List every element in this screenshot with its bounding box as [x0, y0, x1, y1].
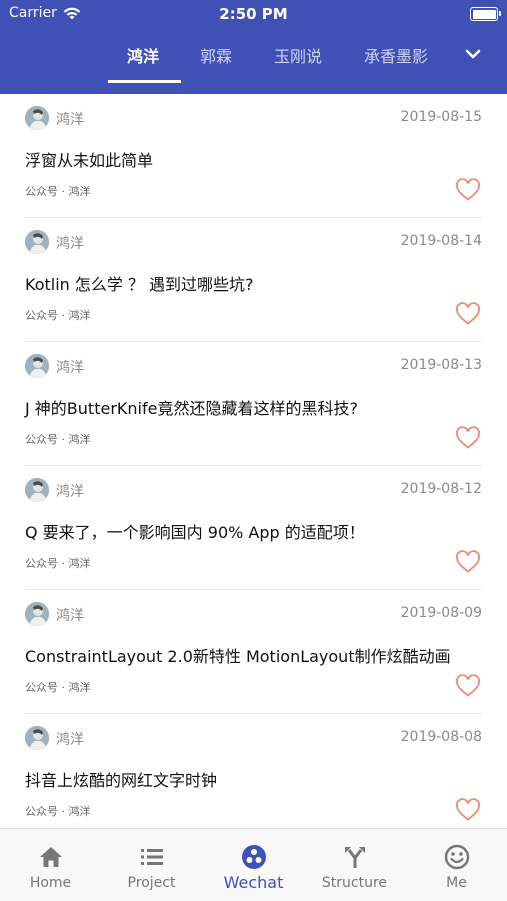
article-title[interactable]: ConstraintLayout 2.0新特性 MotionLayout制作炫酷… [25, 643, 487, 667]
article-source: 公众号 · 鸿洋 [25, 433, 91, 446]
article-author: 鸿洋 [56, 236, 84, 252]
nav-structure[interactable]: Structure [304, 829, 405, 901]
favorite-heart-icon[interactable] [455, 550, 481, 574]
avatar [25, 478, 49, 502]
home-icon [40, 847, 62, 867]
article-card[interactable]: 鸿洋 2019-08-09 ConstraintLayout 2.0新特性 Mo… [0, 590, 507, 714]
article-title[interactable]: 抖音上炫酷的网红文字时钟 [25, 767, 487, 791]
tab-hongyang[interactable]: 鸿洋 [127, 43, 159, 67]
article-source: 公众号 · 鸿洋 [25, 557, 91, 570]
article-author: 鸿洋 [56, 732, 84, 748]
status-bar: Carrier 2:50 PM [0, 0, 507, 28]
article-title[interactable]: 浮窗从未如此简单 [25, 147, 487, 171]
article-source: 公众号 · 鸿洋 [25, 185, 91, 198]
battery-icon [470, 7, 501, 21]
nav-me[interactable]: Me [406, 829, 507, 901]
smiley-icon [444, 844, 470, 870]
tab-guolin[interactable]: 郭霖 [200, 43, 232, 67]
wechat-icon [242, 845, 266, 869]
nav-project-label: Project [127, 875, 176, 891]
article-date: 2019-08-14 [400, 233, 482, 249]
nav-project[interactable]: Project [101, 829, 202, 901]
status-time: 2:50 PM [219, 5, 288, 23]
article-title[interactable]: Kotlin 怎么学 ？ 遇到过哪些坑? [25, 271, 487, 295]
avatar [25, 354, 49, 378]
favorite-heart-icon[interactable] [455, 302, 481, 326]
article-source: 公众号 · 鸿洋 [25, 681, 91, 694]
article-card[interactable]: 鸿洋 2019-08-13 J 神的ButterKnife竟然还隐藏着这样的黑科… [0, 342, 507, 466]
favorite-heart-icon[interactable] [455, 798, 481, 822]
article-source: 公众号 · 鸿洋 [25, 309, 91, 322]
article-date: 2019-08-13 [400, 357, 482, 373]
favorite-heart-icon[interactable] [455, 674, 481, 698]
article-card[interactable]: 鸿洋 2019-08-15 浮窗从未如此简单 公众号 · 鸿洋 [0, 94, 507, 218]
chevron-down-icon[interactable] [462, 45, 484, 63]
tab-chengxiangmoying[interactable]: 承香墨影 [364, 43, 428, 67]
nav-wechat[interactable]: Wechat [203, 829, 304, 901]
avatar [25, 106, 49, 130]
active-tab-indicator [108, 80, 181, 83]
article-date: 2019-08-12 [400, 481, 482, 497]
favorite-heart-icon[interactable] [455, 178, 481, 202]
nav-home-label: Home [29, 875, 72, 891]
avatar [25, 602, 49, 626]
article-author: 鸿洋 [56, 608, 84, 624]
bottom-nav: Home Project Wechat Structure Me [0, 828, 507, 901]
tab-yugangshuo[interactable]: 玉刚说 [274, 43, 322, 67]
avatar [25, 726, 49, 750]
favorite-heart-icon[interactable] [455, 426, 481, 450]
nav-me-label: Me [446, 875, 467, 891]
app-header: Carrier 2:50 PM 鸿洋 郭霖 玉刚说 承香墨影 [0, 0, 507, 94]
article-author: 鸿洋 [56, 112, 84, 128]
article-author: 鸿洋 [56, 484, 84, 500]
article-card[interactable]: 鸿洋 2019-08-08 抖音上炫酷的网红文字时钟 公众号 · 鸿洋 [0, 714, 507, 828]
article-source: 公众号 · 鸿洋 [25, 805, 91, 818]
category-tabs: 鸿洋 郭霖 玉刚说 承香墨影 [0, 36, 507, 86]
nav-home[interactable]: Home [0, 829, 101, 901]
list-icon [141, 849, 163, 865]
article-card[interactable]: 鸿洋 2019-08-12 Q 要来了，一个影响国内 90% App 的适配项！… [0, 466, 507, 590]
article-card[interactable]: 鸿洋 2019-08-14 Kotlin 怎么学 ？ 遇到过哪些坑? 公众号 ·… [0, 218, 507, 342]
article-date: 2019-08-09 [400, 605, 482, 621]
article-title[interactable]: J 神的ButterKnife竟然还隐藏着这样的黑科技? [25, 395, 487, 419]
avatar [25, 230, 49, 254]
article-date: 2019-08-08 [400, 729, 482, 745]
article-date: 2019-08-15 [400, 109, 482, 125]
nav-wechat-label: Wechat [223, 873, 284, 892]
article-author: 鸿洋 [56, 360, 84, 376]
structure-icon [345, 847, 365, 868]
nav-structure-label: Structure [321, 875, 388, 891]
article-title[interactable]: Q 要来了，一个影响国内 90% App 的适配项！ [25, 519, 487, 543]
article-list[interactable]: 鸿洋 2019-08-15 浮窗从未如此简单 公众号 · 鸿洋 鸿洋 2019-… [0, 94, 507, 828]
